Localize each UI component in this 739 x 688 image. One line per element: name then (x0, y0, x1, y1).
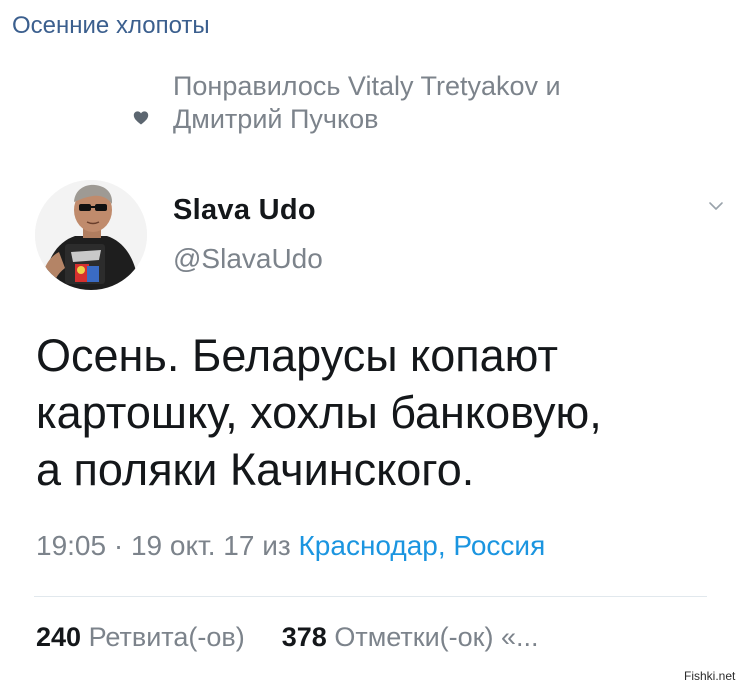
likes-label[interactable]: Отметки(-ок) (334, 622, 493, 652)
more-likers[interactable]: «... (501, 622, 539, 652)
heart-icon (133, 111, 149, 125)
avatar[interactable] (35, 180, 147, 290)
author-name[interactable]: Slava Udo (173, 194, 316, 227)
tweet-text-line: картошку, хохлы банковую, (36, 387, 602, 438)
likes-count[interactable]: 378 (282, 622, 327, 652)
retweets-count[interactable]: 240 (36, 622, 81, 652)
tweet-date[interactable]: 19 окт. 17 (131, 530, 254, 561)
liked-by-line-2: Дмитрий Пучков (173, 104, 379, 134)
tweet-text-line: Осень. Беларусы копают (36, 330, 559, 381)
tweet-header: Slava Udo @SlavaUdo (0, 180, 739, 290)
tweet-stats: 240 Ретвита(-ов) 378 Отметки(-ок) «... (36, 622, 539, 653)
tweet-screenshot-page: Осенние хлопоты Понравилось Vitaly Trety… (0, 0, 739, 688)
avatar-photo-icon (35, 180, 147, 290)
chevron-down-icon[interactable] (708, 200, 724, 212)
tweet-text: Осень. Беларусы копают картошку, хохлы б… (36, 327, 726, 498)
tweet-meta: 19:05 · 19 окт. 17 из Краснодар, Россия (36, 530, 545, 562)
liked-by-text: Понравилось Vitaly Tretyakov и Дмитрий П… (173, 70, 561, 136)
meta-from: из (262, 530, 291, 561)
tweet-location-link[interactable]: Краснодар, Россия (299, 530, 546, 561)
watermark: Fishki.net (682, 669, 738, 683)
page-title: Осенние хлопоты (12, 12, 210, 39)
meta-separator: · (113, 530, 124, 561)
tweet-time[interactable]: 19:05 (36, 530, 106, 561)
divider (34, 596, 707, 597)
liked-by-line-1: Понравилось Vitaly Tretyakov и (173, 71, 561, 101)
tweet-text-line: а поляки Качинского. (36, 444, 475, 495)
liked-by-row: Понравилось Vitaly Tretyakov и Дмитрий П… (0, 66, 739, 146)
retweets-label[interactable]: Ретвита(-ов) (89, 622, 245, 652)
author-handle[interactable]: @SlavaUdo (173, 243, 323, 275)
